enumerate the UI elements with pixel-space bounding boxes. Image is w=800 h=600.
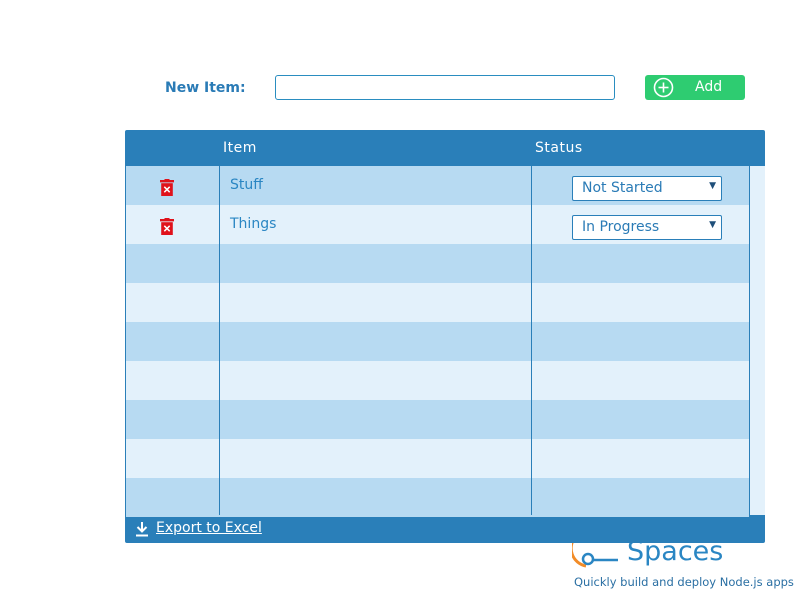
trash-icon[interactable]: [160, 179, 174, 200]
status-select[interactable]: In Progress ▼: [572, 215, 722, 240]
table-footer: Export to Excel: [125, 515, 765, 543]
table-header: Item Status: [125, 130, 765, 166]
plus-circle-icon: [653, 77, 674, 102]
new-item-input[interactable]: [275, 75, 615, 100]
download-icon: [135, 522, 149, 541]
add-button[interactable]: Add: [645, 75, 745, 100]
new-item-label: New Item:: [165, 80, 246, 96]
column-header-item: Item: [223, 140, 257, 156]
column-header-status: Status: [535, 140, 583, 156]
chevron-down-icon: ▼: [709, 181, 716, 191]
status-select[interactable]: Not Started ▼: [572, 176, 722, 201]
items-table: Item Status Stuff Not Started ▼ Things I…: [125, 130, 765, 543]
add-button-label: Add: [695, 79, 723, 95]
chevron-down-icon: ▼: [709, 220, 716, 230]
item-name: Things: [230, 216, 277, 232]
status-value: In Progress: [582, 219, 660, 235]
column-divider: [219, 166, 220, 515]
item-name: Stuff: [230, 177, 263, 193]
trash-icon[interactable]: [160, 218, 174, 239]
export-label: Export to Excel: [156, 520, 262, 536]
column-divider: [531, 166, 532, 515]
scrollbar-track[interactable]: [749, 166, 765, 515]
status-value: Not Started: [582, 180, 663, 196]
spaces-tagline: Quickly build and deploy Node.js apps: [574, 575, 794, 589]
